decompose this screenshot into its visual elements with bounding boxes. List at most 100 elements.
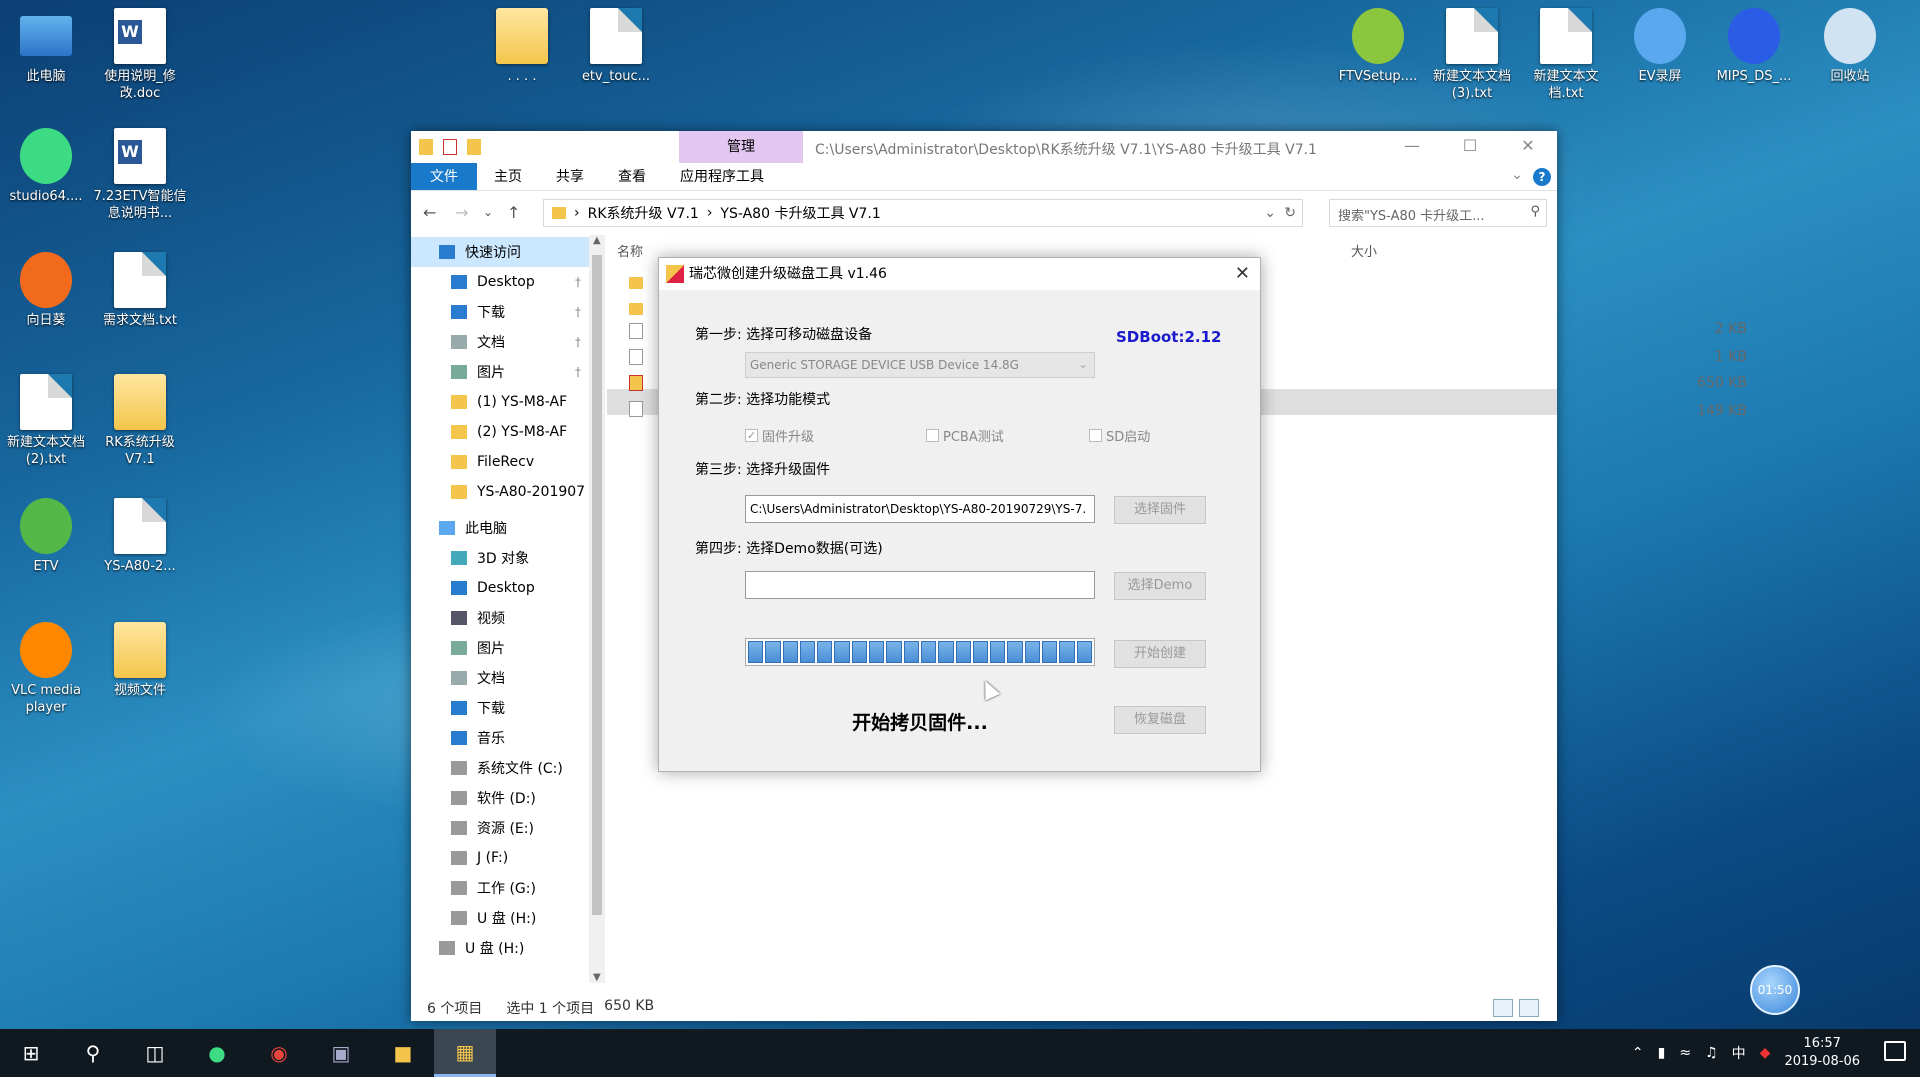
- sd-boot-checkbox[interactable]: SD启动: [1089, 426, 1150, 445]
- nav-item[interactable]: U 盘 (H:): [411, 933, 589, 963]
- desktop-icon[interactable]: ETV: [0, 498, 94, 575]
- recording-timer-bubble[interactable]: 01:50: [1750, 965, 1800, 1015]
- desktop-icon[interactable]: W 使用说明_修改.doc: [92, 8, 188, 102]
- nav-item[interactable]: 3D 对象: [411, 543, 589, 573]
- nav-item[interactable]: U 盘 (H:): [411, 903, 589, 933]
- scroll-down-icon[interactable]: ▼: [593, 972, 601, 983]
- nav-item[interactable]: (2) YS-M8-AF: [411, 417, 589, 447]
- desktop-icon[interactable]: RK系统升级V7.1: [92, 374, 188, 468]
- nav-item[interactable]: 资源 (E:): [411, 813, 589, 843]
- nav-item[interactable]: 音乐: [411, 723, 589, 753]
- desktop-icon[interactable]: 新建文本文档(2).txt: [0, 374, 94, 468]
- nav-item[interactable]: 图片 †: [411, 357, 589, 387]
- tab-file[interactable]: 文件: [411, 163, 477, 190]
- explorer-title-bar[interactable]: 管理 C:\Users\Administrator\Desktop\RK系统升级…: [411, 131, 1557, 163]
- taskbar-upgrade-tool[interactable]: ▦: [434, 1029, 496, 1077]
- breadcrumb-item[interactable]: YS-A80 卡升级工具 V7.1: [720, 203, 880, 223]
- device-select[interactable]: Generic STORAGE DEVICE USB Device 14.8G …: [745, 352, 1095, 378]
- nav-item[interactable]: 工作 (G:): [411, 873, 589, 903]
- nav-item[interactable]: 图片: [411, 633, 589, 663]
- breadcrumb-item[interactable]: RK系统升级 V7.1: [588, 203, 699, 223]
- column-header-size[interactable]: 大小: [1351, 241, 1377, 260]
- tab-application-tools[interactable]: 应用程序工具: [663, 163, 781, 190]
- folder-icon[interactable]: [419, 139, 433, 155]
- desktop-icon[interactable]: EV录屏: [1612, 8, 1708, 85]
- desktop-icon[interactable]: studio64....: [0, 128, 94, 205]
- nav-item[interactable]: Desktop †: [411, 267, 589, 297]
- large-icons-view-icon[interactable]: [1519, 999, 1539, 1017]
- refresh-icon[interactable]: ↻: [1284, 205, 1296, 221]
- address-bar[interactable]: › RK系统升级 V7.1 › YS-A80 卡升级工具 V7.1 ⌄ ↻: [543, 199, 1303, 227]
- choose-demo-button[interactable]: 选择Demo: [1114, 572, 1206, 600]
- clock[interactable]: 16:57 2019-08-06: [1784, 1035, 1860, 1071]
- nav-item[interactable]: 系统文件 (C:): [411, 753, 589, 783]
- nav-item[interactable]: Desktop: [411, 573, 589, 603]
- tab-home[interactable]: 主页: [477, 163, 539, 190]
- navigation-pane[interactable]: 快速访问 Desktop † 下载 † 文档 † 图片 † (1) YS-M8-AF (2) YS-…: [411, 235, 589, 983]
- checkbox-checked-icon[interactable]: ✓: [745, 429, 758, 442]
- tab-share[interactable]: 共享: [539, 163, 601, 190]
- desktop-icon[interactable]: etv_touc...: [568, 8, 664, 85]
- antivirus-icon[interactable]: ◆: [1760, 1045, 1771, 1061]
- nav-item[interactable]: 下载: [411, 693, 589, 723]
- desktop-icon[interactable]: VLC media player: [0, 622, 94, 716]
- nav-item[interactable]: 视频: [411, 603, 589, 633]
- taskbar-chrome[interactable]: ◉: [248, 1029, 310, 1077]
- help-icon[interactable]: ?: [1533, 168, 1551, 186]
- notification-center-icon[interactable]: [1884, 1041, 1906, 1061]
- nav-item[interactable]: J (F:): [411, 843, 589, 873]
- network-icon[interactable]: ≈: [1679, 1045, 1691, 1061]
- desktop-icon[interactable]: 需求文档.txt: [92, 252, 188, 329]
- choose-firmware-button[interactable]: 选择固件: [1114, 496, 1206, 524]
- battery-icon[interactable]: ▮: [1658, 1045, 1666, 1061]
- nav-scrollbar[interactable]: ▲ ▼: [589, 235, 605, 983]
- volume-icon[interactable]: ♫: [1705, 1045, 1718, 1061]
- desktop-icon[interactable]: 向日葵: [0, 252, 94, 329]
- maximize-button[interactable]: ☐: [1441, 131, 1499, 163]
- checkbox-icon[interactable]: [926, 429, 939, 442]
- details-view-icon[interactable]: [1493, 999, 1513, 1017]
- nav-item[interactable]: 文档: [411, 663, 589, 693]
- checkbox-icon[interactable]: [1089, 429, 1102, 442]
- search-button[interactable]: ⚲: [62, 1029, 124, 1077]
- upgrade-disk-tool-dialog[interactable]: 瑞芯微创建升级磁盘工具 v1.46 ✕ 第一步: 选择可移动磁盘设备 SDBoo…: [658, 257, 1261, 772]
- recent-locations-icon[interactable]: ⌄: [483, 205, 493, 219]
- desktop-icon[interactable]: 新建文本文档(3).txt: [1424, 8, 1520, 102]
- search-icon[interactable]: ⚲: [1530, 204, 1540, 219]
- input-method-indicator[interactable]: 中: [1732, 1043, 1746, 1063]
- nav-item[interactable]: 文档 †: [411, 327, 589, 357]
- desktop-icon[interactable]: YS-A80-2...: [92, 498, 188, 575]
- task-view-button[interactable]: ◫: [124, 1029, 186, 1077]
- firmware-path-field[interactable]: C:\Users\Administrator\Desktop\YS-A80-20…: [745, 495, 1095, 523]
- scroll-up-icon[interactable]: ▲: [593, 235, 601, 246]
- desktop-icon[interactable]: FTVSetup....: [1330, 8, 1426, 85]
- column-header-name[interactable]: 名称: [617, 241, 643, 260]
- show-hidden-icons-icon[interactable]: ⌃: [1632, 1045, 1644, 1061]
- dialog-title-bar[interactable]: 瑞芯微创建升级磁盘工具 v1.46 ✕: [659, 258, 1260, 290]
- back-arrow-icon[interactable]: ←: [423, 203, 436, 222]
- address-dropdown-icon[interactable]: ⌄: [1264, 205, 1276, 221]
- desktop-icon[interactable]: 回收站: [1802, 8, 1898, 85]
- nav-item[interactable]: 下载 †: [411, 297, 589, 327]
- desktop-icon[interactable]: 视频文件: [92, 622, 188, 699]
- taskbar-app[interactable]: ▣: [310, 1029, 372, 1077]
- start-create-button[interactable]: 开始创建: [1114, 640, 1206, 668]
- desktop-icon[interactable]: 此电脑: [0, 8, 94, 85]
- desktop-icon[interactable]: W 7.23ETV智能信息说明书...: [92, 128, 188, 222]
- nav-item[interactable]: 软件 (D:): [411, 783, 589, 813]
- tab-manage[interactable]: 管理: [679, 131, 803, 163]
- desktop-icon[interactable]: . . . .: [474, 8, 570, 85]
- pcba-test-checkbox[interactable]: PCBA测试: [926, 426, 1004, 445]
- scrollbar-thumb[interactable]: [592, 255, 602, 915]
- up-arrow-icon[interactable]: ↑: [507, 203, 520, 222]
- nav-item[interactable]: 快速访问: [411, 237, 589, 267]
- nav-item[interactable]: FileRecv: [411, 447, 589, 477]
- firmware-upgrade-checkbox[interactable]: ✓ 固件升级: [745, 426, 814, 445]
- nav-item[interactable]: YS-A80-201907: [411, 477, 589, 507]
- desktop-icon[interactable]: MIPS_DS_...: [1706, 8, 1802, 85]
- dialog-close-icon[interactable]: ✕: [1235, 258, 1250, 290]
- demo-path-field[interactable]: [745, 571, 1095, 599]
- new-folder-icon[interactable]: [467, 139, 481, 155]
- expand-ribbon-icon[interactable]: ⌄: [1511, 167, 1523, 183]
- forward-arrow-icon[interactable]: →: [455, 203, 468, 222]
